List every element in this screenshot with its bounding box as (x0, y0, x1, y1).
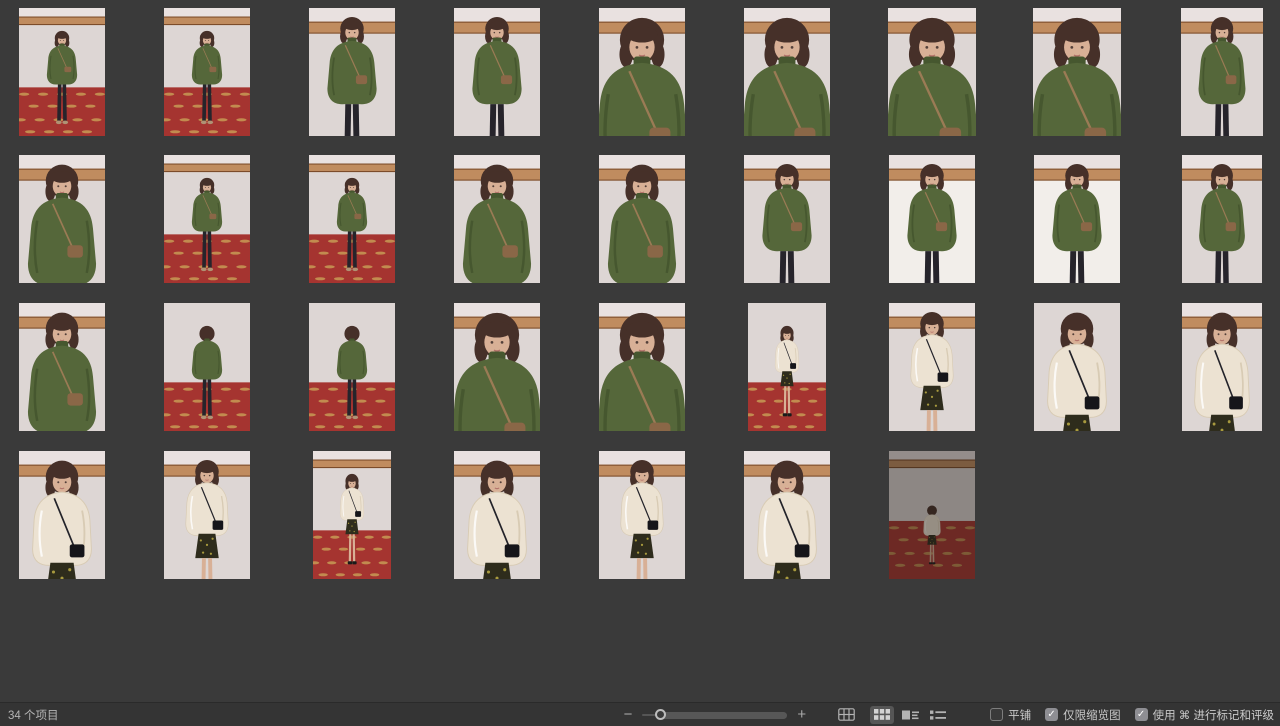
photo-thumbnail[interactable] (454, 155, 540, 283)
statusbar-controls: − + 平铺 ✓ 仅限缩览图 ✓ 使用 ⌘ 进行标记和评级 (620, 706, 1274, 724)
grid-outline-view-icon[interactable] (834, 706, 858, 724)
zoom-in-button[interactable]: + (793, 707, 810, 722)
photo-thumbnail[interactable] (19, 155, 105, 283)
photo-thumbnail[interactable] (599, 8, 685, 136)
photo-thumbnail[interactable] (748, 303, 826, 431)
photo-thumbnail[interactable] (1034, 155, 1120, 283)
view-mode-switcher (832, 706, 952, 724)
toggle-label: 平铺 (1008, 707, 1031, 723)
checkbox-checked-icon[interactable]: ✓ (1045, 708, 1058, 721)
photo-thumbnail[interactable] (889, 303, 975, 431)
photo-thumbnail[interactable] (744, 451, 830, 579)
photo-thumbnail[interactable] (164, 8, 250, 136)
photo-thumbnail[interactable] (19, 8, 105, 136)
toggle-1[interactable]: ✓ 仅限缩览图 (1045, 707, 1121, 723)
photo-thumbnail[interactable] (599, 451, 685, 579)
option-toggles: 平铺 ✓ 仅限缩览图 ✓ 使用 ⌘ 进行标记和评级 (976, 707, 1274, 723)
photo-thumbnail[interactable] (309, 303, 395, 431)
zoom-slider-knob[interactable] (655, 709, 666, 720)
thumbnail-grid-view-icon[interactable] (870, 706, 894, 724)
photo-thumbnail[interactable] (1182, 155, 1262, 283)
zoom-slider-bar[interactable] (660, 712, 788, 719)
status-bar: 34 个项目 − + 平铺 ✓ 仅限缩览图 ✓ 使用 ⌘ 进行标记和评级 (0, 702, 1280, 726)
photo-thumbnail[interactable] (1181, 8, 1263, 136)
photo-thumbnail[interactable] (744, 155, 830, 283)
photo-thumbnail[interactable] (164, 303, 250, 431)
thumbnail-details-view-icon[interactable] (898, 706, 922, 724)
thumbnail-grid (0, 0, 1280, 703)
toggle-label: 仅限缩览图 (1063, 707, 1121, 723)
photo-thumbnail[interactable] (164, 155, 250, 283)
photo-thumbnail[interactable] (309, 8, 395, 136)
photo-thumbnail[interactable] (889, 155, 975, 283)
item-count-label: 34 个项目 (8, 707, 59, 723)
photo-thumbnail[interactable] (309, 155, 395, 283)
zoom-slider[interactable] (642, 708, 787, 722)
checkbox-unchecked-icon[interactable] (990, 708, 1003, 721)
photo-thumbnail[interactable] (1034, 303, 1120, 431)
photo-thumbnail[interactable] (744, 8, 830, 136)
photo-thumbnail[interactable] (1182, 303, 1262, 431)
photo-thumbnail[interactable] (454, 8, 540, 136)
toggle-0[interactable]: 平铺 (990, 707, 1031, 723)
photo-thumbnail[interactable] (19, 303, 105, 431)
list-view-icon[interactable] (926, 706, 950, 724)
photo-thumbnail[interactable] (888, 8, 976, 136)
checkbox-checked-icon[interactable]: ✓ (1135, 708, 1148, 721)
photo-thumbnail[interactable] (454, 451, 540, 579)
photo-thumbnail[interactable] (19, 451, 105, 579)
photo-thumbnail[interactable] (889, 451, 975, 579)
toggle-label: 使用 ⌘ 进行标记和评级 (1153, 707, 1274, 723)
toggle-2[interactable]: ✓ 使用 ⌘ 进行标记和评级 (1135, 707, 1274, 723)
zoom-out-button[interactable]: − (620, 707, 637, 722)
photo-thumbnail[interactable] (599, 155, 685, 283)
photo-thumbnail[interactable] (164, 451, 250, 579)
photo-thumbnail[interactable] (313, 451, 391, 579)
photo-thumbnail[interactable] (454, 303, 540, 431)
photo-thumbnail[interactable] (599, 303, 685, 431)
photo-thumbnail[interactable] (1033, 8, 1121, 136)
